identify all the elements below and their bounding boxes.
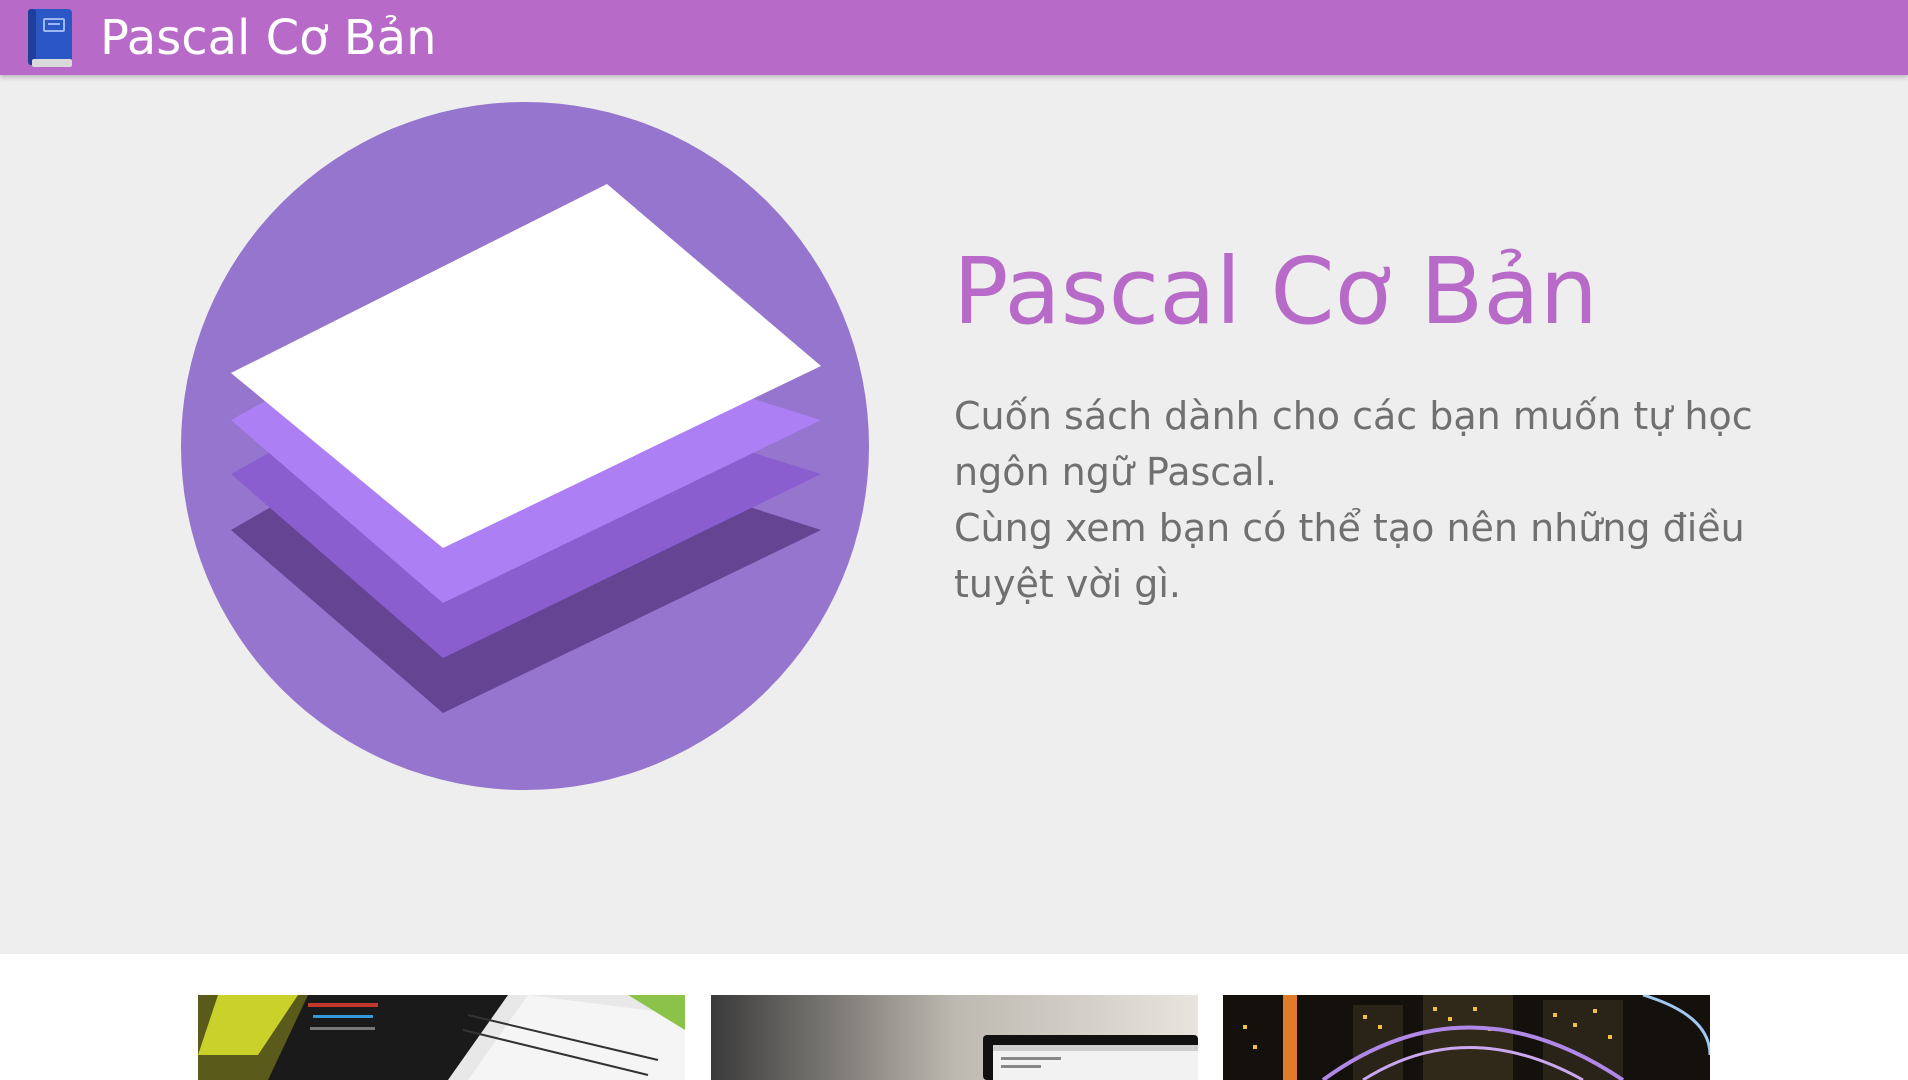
city-night-photo-icon [1223,995,1710,1080]
app-title[interactable]: Pascal Cơ Bản [100,10,437,66]
card-terminal[interactable] [198,995,685,1080]
hero-headline: Pascal Cơ Bản [953,238,1598,345]
terminal-screen-photo-icon [198,995,685,1080]
card-laptop[interactable] [711,995,1198,1080]
layers-icon [181,102,869,790]
hero-description-line-2: Cùng xem bạn có thể tạo nên những điều t… [954,506,1745,606]
laptop-code-photo-icon [711,995,1198,1080]
card-grid [0,954,1908,1080]
hero-description: Cuốn sách dành cho các bạn muốn tự học n… [954,388,1834,612]
hero-description-line-1: Cuốn sách dành cho các bạn muốn tự học n… [954,394,1753,494]
card-city[interactable] [1223,995,1710,1080]
blue-book-icon[interactable] [24,7,76,69]
hero-section: Pascal Cơ Bản Cuốn sách dành cho các bạn… [0,75,1908,954]
app-bar: Pascal Cơ Bản [0,0,1908,75]
